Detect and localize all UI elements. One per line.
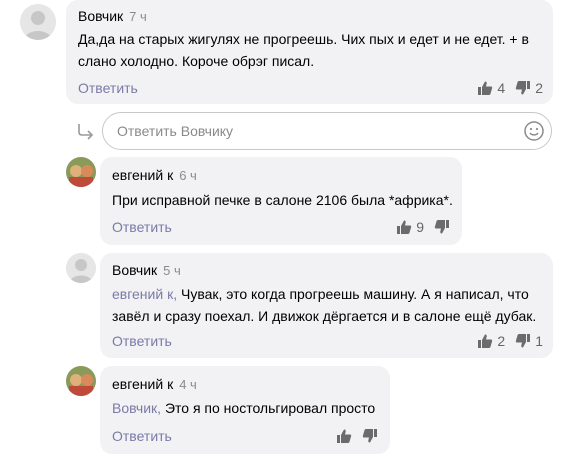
comment-text-line: Вовчик, Это я по ностольгировал просто xyxy=(112,397,375,419)
author-name[interactable]: Вовчик xyxy=(112,262,157,278)
reply-row: Ответить Вовчику xyxy=(76,112,552,150)
vote-controls xyxy=(336,428,378,444)
author-name[interactable]: евгений к xyxy=(112,376,173,392)
thumbs-up-icon xyxy=(478,81,493,95)
dislike-button[interactable] xyxy=(434,219,450,235)
user-silhouette-icon xyxy=(66,253,96,283)
comment-time: 6 ч xyxy=(179,168,197,183)
vote-controls: 4 2 xyxy=(477,80,543,96)
dislike-button[interactable]: 2 xyxy=(515,80,543,96)
thumbs-down-icon xyxy=(362,429,377,443)
comment-time: 4 ч xyxy=(179,377,197,392)
avatar-evgeniy[interactable] xyxy=(66,366,96,396)
dislike-button[interactable]: 1 xyxy=(515,333,543,349)
thumbs-down-icon xyxy=(516,81,531,95)
comment-text-part: Чувак, это когда прогреешь машину. А я н… xyxy=(177,286,529,302)
comment-card: евгений к 4 ч Вовчик, Это я по ностольгир… xyxy=(100,366,390,454)
comment-text-line: При исправной печке в салоне 2106 была *… xyxy=(112,192,453,208)
comment-text-part: Это я по ностольгировал просто xyxy=(161,400,376,416)
comment-header: Вовчик 5 ч xyxy=(112,262,181,278)
reply-button[interactable]: Ответить xyxy=(112,219,172,235)
comment-text: Да,да на старых жигулях не прогреешь. Чи… xyxy=(78,28,529,72)
author-name[interactable]: евгений к xyxy=(112,167,173,183)
comment-time: 5 ч xyxy=(163,263,181,278)
like-button[interactable] xyxy=(336,428,352,444)
comment-card: Вовчик 7 ч Да,да на старых жигулях не про… xyxy=(66,0,553,104)
thumbs-up-icon xyxy=(397,220,412,234)
dislike-count: 2 xyxy=(535,80,543,96)
comment-text-line: Да,да на старых жигулях не прогреешь. Чи… xyxy=(78,31,529,47)
mention-link[interactable]: евгений к, xyxy=(112,286,177,302)
vote-controls: 9 xyxy=(396,219,450,235)
like-button[interactable]: 2 xyxy=(477,333,515,349)
like-count: 4 xyxy=(497,80,506,96)
dislike-button[interactable] xyxy=(362,428,378,444)
avatar-default[interactable] xyxy=(20,4,56,40)
comment-header: евгений к 6 ч xyxy=(112,167,197,183)
user-silhouette-icon xyxy=(20,4,56,40)
smile-icon[interactable] xyxy=(523,120,545,142)
reply-button[interactable]: Ответить xyxy=(112,333,172,349)
like-button[interactable]: 9 xyxy=(396,219,434,235)
comment-text: евгений к, Чувак, это когда прогреешь ма… xyxy=(112,283,544,327)
comment-text: При исправной печке в салоне 2106 была *… xyxy=(112,189,453,211)
comment-text-line: слано холодно. Короче обрэг писал. xyxy=(78,53,315,69)
comment-header: Вовчик 7 ч xyxy=(78,8,147,24)
mention-link[interactable]: Вовчик, xyxy=(112,400,161,416)
avatar-photo-icon xyxy=(66,157,96,187)
comment-card: евгений к 6 ч При исправной печке в салон… xyxy=(100,157,462,245)
comment-time: 7 ч xyxy=(129,9,147,24)
thumbs-up-icon xyxy=(337,429,352,443)
reply-arrow-icon xyxy=(78,124,94,140)
comment-text-line: евгений к, Чувак, это когда прогреешь ма… xyxy=(112,283,544,305)
comment-header: евгений к 4 ч xyxy=(112,376,197,392)
comment-text: Вовчик, Это я по ностольгировал просто xyxy=(112,397,375,419)
reply-input[interactable]: Ответить Вовчику xyxy=(102,112,552,150)
like-count: 9 xyxy=(416,219,424,235)
like-count: 2 xyxy=(497,333,506,349)
thumbs-down-icon xyxy=(516,334,531,348)
avatar-default[interactable] xyxy=(66,253,96,283)
dislike-count: 1 xyxy=(535,333,543,349)
like-button[interactable]: 4 xyxy=(477,80,515,96)
reply-input-placeholder: Ответить Вовчику xyxy=(117,123,234,139)
thumbs-up-icon xyxy=(478,334,493,348)
vote-controls: 2 1 xyxy=(477,333,543,349)
comment-card: Вовчик 5 ч евгений к, Чувак, это когда пр… xyxy=(100,253,553,358)
avatar-evgeniy[interactable] xyxy=(66,157,96,187)
author-name[interactable]: Вовчик xyxy=(78,8,123,24)
avatar-photo-icon xyxy=(66,366,96,396)
thumbs-down-icon xyxy=(434,220,449,234)
comment-text-line: завёл и сразу поехал. И движок дёргается… xyxy=(112,308,537,324)
reply-button[interactable]: Ответить xyxy=(78,80,138,96)
reply-button[interactable]: Ответить xyxy=(112,428,172,444)
